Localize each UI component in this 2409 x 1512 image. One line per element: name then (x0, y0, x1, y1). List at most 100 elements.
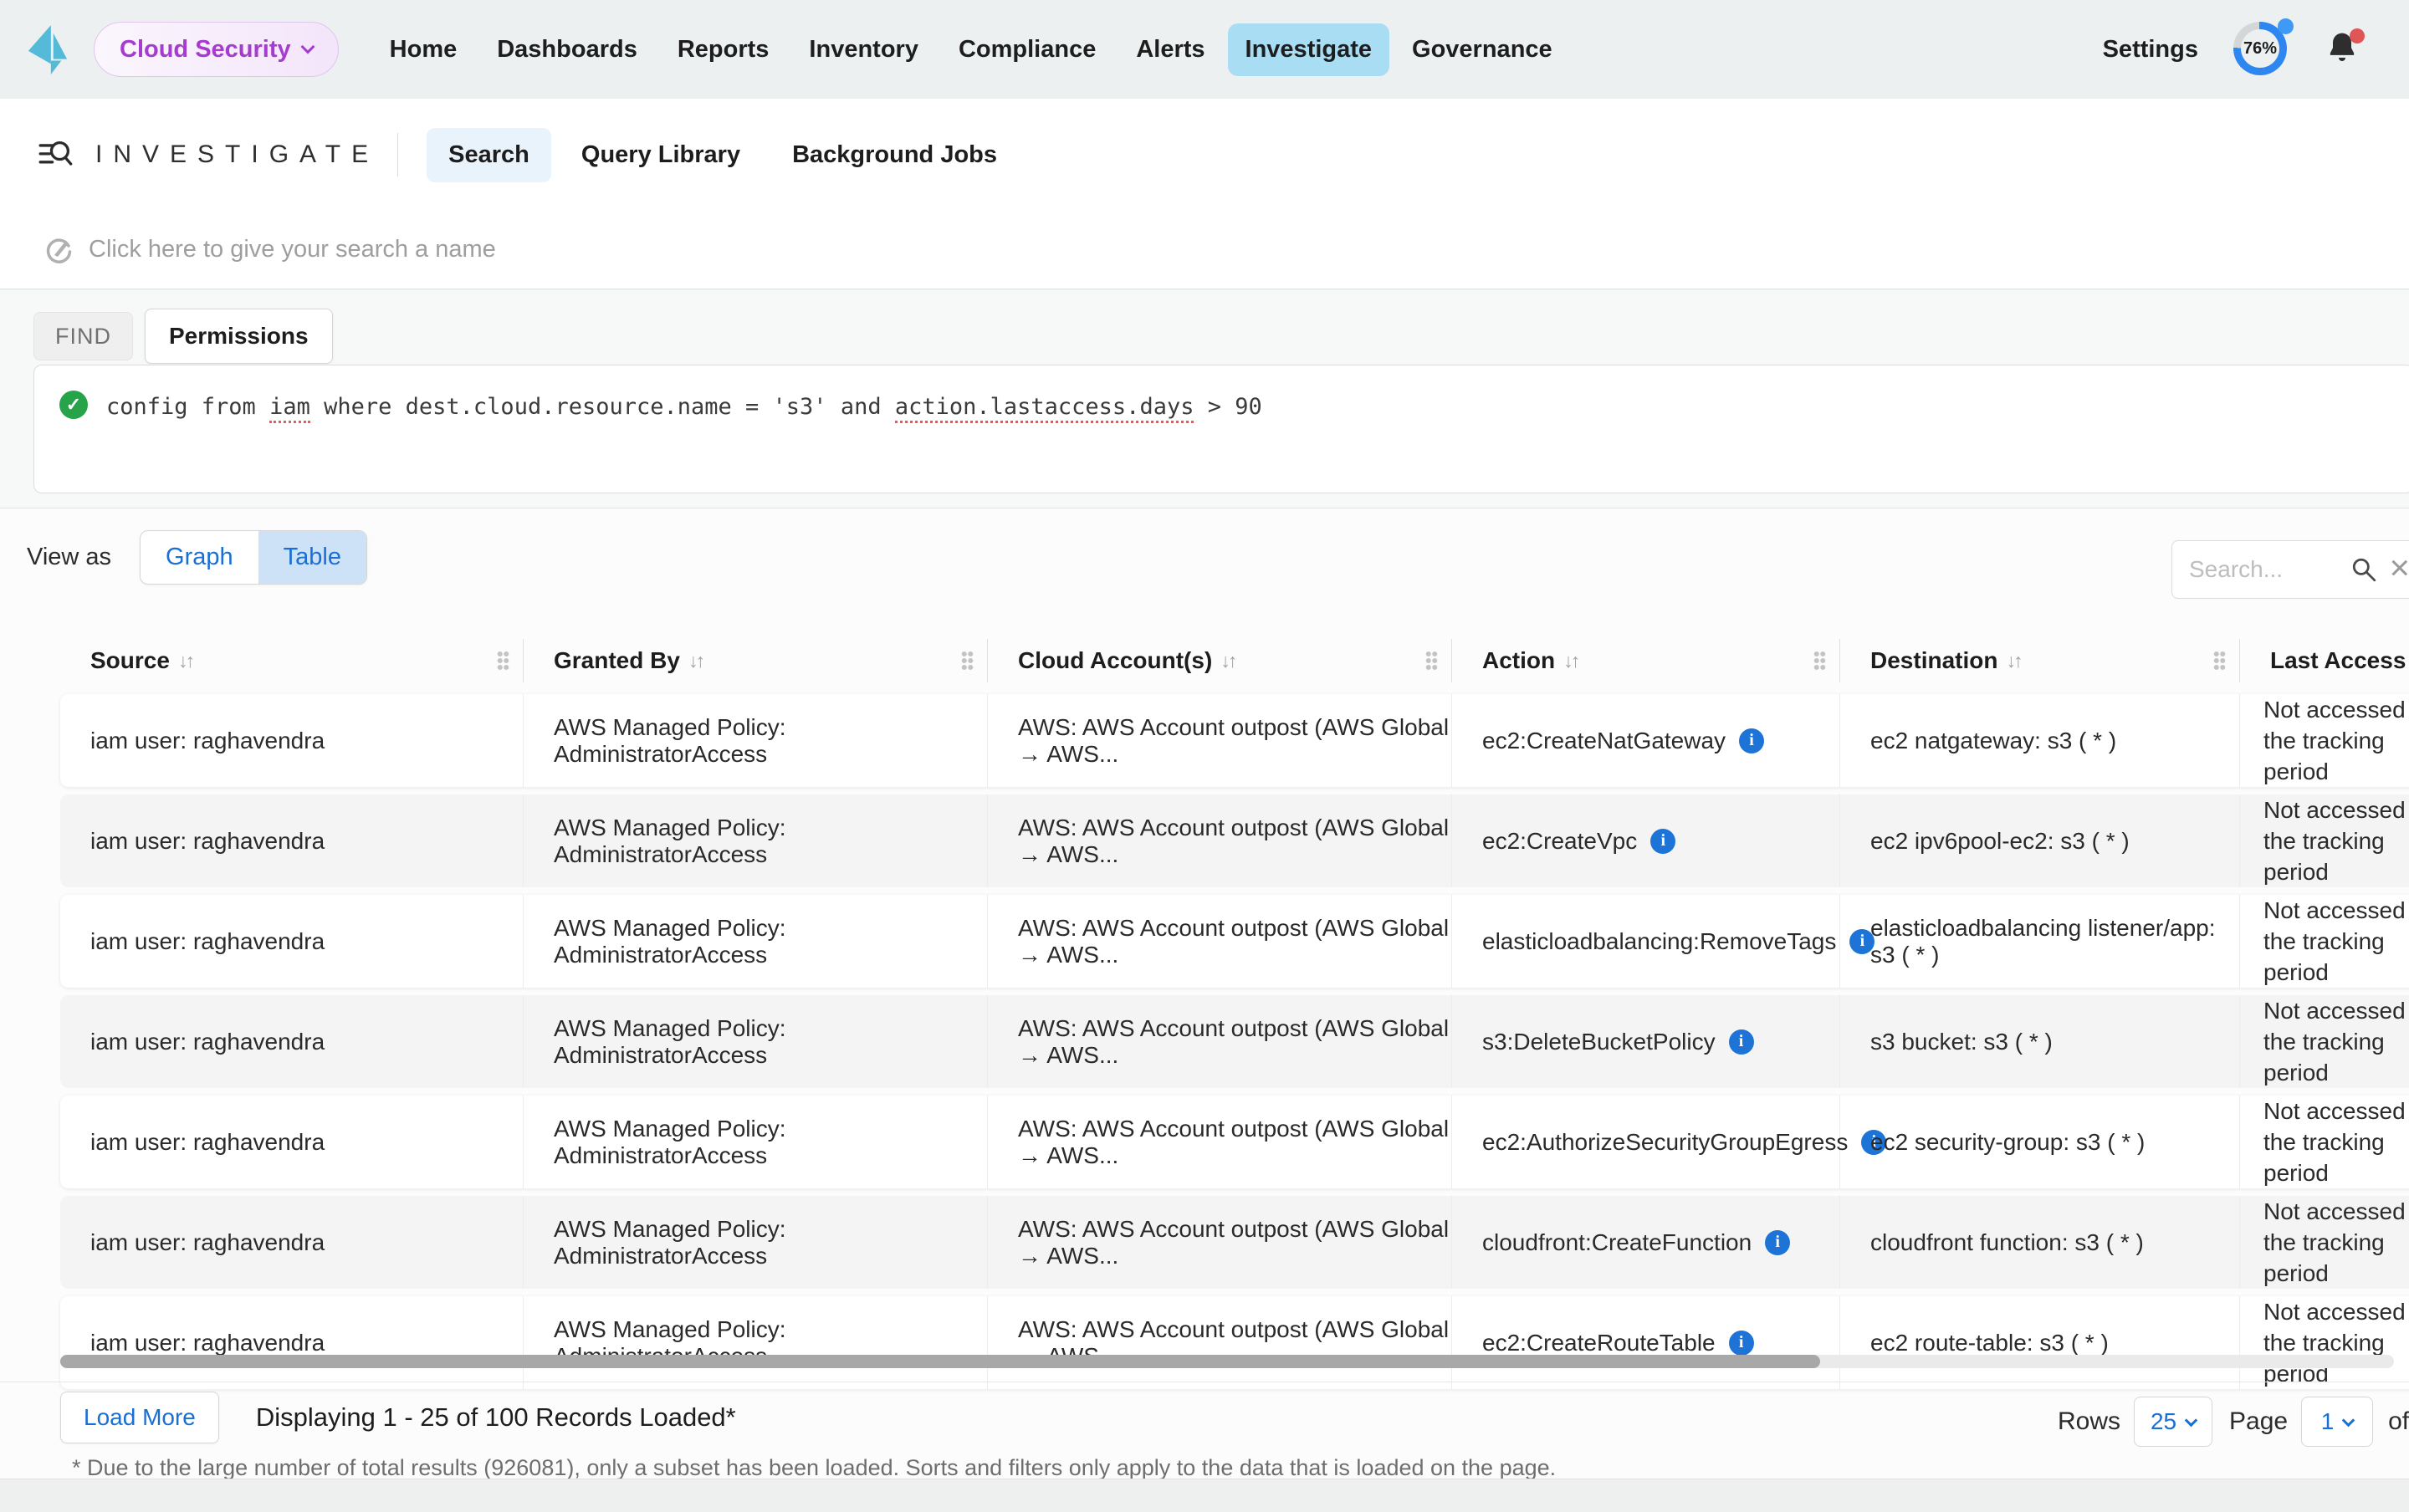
cell-text: iam user: raghavendra (90, 1029, 325, 1055)
column-drag-handle-icon[interactable] (1425, 651, 1438, 671)
topnav-right: Settings 76% (2103, 22, 2362, 77)
info-icon[interactable]: i (1650, 829, 1675, 854)
tab-background-jobs[interactable]: Background Jobs (770, 128, 1019, 182)
cell-text: elasticloadbalancing:RemoveTags (1482, 928, 1836, 955)
info-icon[interactable]: i (1729, 1029, 1754, 1055)
column-header-label: Cloud Account(s) (1018, 647, 1212, 674)
nav-item-dashboards[interactable]: Dashboards (479, 23, 655, 76)
nav-item-compliance[interactable]: Compliance (941, 23, 1113, 76)
nav-item-investigate[interactable]: Investigate (1228, 23, 1390, 76)
sort-icon[interactable]: ↓↑ (2006, 650, 2020, 672)
load-more-button[interactable]: Load More (60, 1392, 219, 1443)
column-header-label: Destination (1870, 647, 1997, 674)
table-row[interactable]: iam user: raghavendra AWS Managed Policy:… (60, 895, 2409, 988)
usage-percent-label: 76% (2241, 29, 2279, 68)
search-name-field[interactable]: Click here to give your search a name (0, 211, 2409, 289)
table-row[interactable]: iam user: raghavendra AWS Managed Policy:… (60, 794, 2409, 887)
table-row[interactable]: iam user: raghavendraAWS Managed Policy:… (60, 1096, 2409, 1188)
page-select[interactable]: 1 (2301, 1397, 2373, 1447)
cell-text: cloudfront function: s3 ( * ) (1870, 1229, 2144, 1256)
cell-text: AWS Managed Policy: AdministratorAccess (554, 815, 987, 868)
query-token-underlined: action.lastaccess.days (895, 394, 1194, 423)
usage-progress-ring[interactable]: 76% (2233, 22, 2289, 77)
cell-text: s3 bucket: s3 ( * ) (1870, 1029, 2053, 1055)
sort-icon[interactable]: ↓↑ (178, 650, 192, 672)
cell-granted-by: AWS Managed Policy: AdministratorAccess (524, 895, 988, 988)
column-header-destination[interactable]: Destination ↓↑ (1840, 639, 2240, 682)
view-toggle-graph[interactable]: Graph (141, 531, 258, 584)
sort-icon[interactable]: ↓↑ (1563, 650, 1578, 672)
column-drag-handle-icon[interactable] (2213, 651, 2226, 671)
investigate-search-list-icon (38, 139, 74, 171)
column-drag-handle-icon[interactable] (497, 651, 509, 671)
rows-per-page-select[interactable]: 25 (2134, 1397, 2212, 1447)
page-title: INVESTIGATE (95, 140, 379, 169)
table-row[interactable]: iam user: raghavendraAWS Managed Policy:… (60, 694, 2409, 787)
notifications-button[interactable] (2324, 30, 2362, 69)
cell-cloud-accounts: AWS: AWS Account outpost (AWS Global → A… (988, 1096, 1452, 1188)
cell-text: AWS Managed Policy: AdministratorAccess (554, 1216, 987, 1269)
info-icon[interactable]: i (1739, 728, 1764, 753)
column-header-source[interactable]: Source↓↑ (60, 639, 524, 682)
nav-item-governance[interactable]: Governance (1394, 23, 1570, 76)
cell-text: AWS Managed Policy: AdministratorAccess (554, 915, 987, 968)
view-toggle-table[interactable]: Table (258, 531, 366, 584)
cell-destination: ec2 natgateway: s3 ( * ) (1840, 694, 2240, 787)
cell-granted-by: AWS Managed Policy: AdministratorAccess (524, 1196, 988, 1289)
info-icon[interactable]: i (1729, 1331, 1754, 1356)
cell-last-access: Not accessed in the tracking period (2240, 794, 2409, 887)
column-drag-handle-icon[interactable] (961, 651, 974, 671)
sort-icon[interactable]: ↓↑ (1220, 650, 1235, 672)
search-icon[interactable] (2350, 556, 2377, 583)
view-toggle: GraphTable (140, 530, 367, 585)
info-icon[interactable]: i (1765, 1230, 1790, 1255)
cell-text: AWS: AWS Account outpost (AWS Global → A… (1018, 815, 1451, 868)
cell-text: Not accessed in the tracking period (2263, 995, 2409, 1088)
horizontal-scrollbar-track[interactable] (60, 1355, 2394, 1368)
prisma-cloud-logo-icon (25, 23, 70, 75)
notification-badge-dot (2350, 28, 2365, 43)
nav-item-alerts[interactable]: Alerts (1118, 23, 1222, 76)
clear-search-icon[interactable]: × (2389, 550, 2409, 585)
column-header-last-access[interactable]: Last Access↓↑ (2240, 639, 2409, 682)
cell-text: ec2:CreateVpc (1482, 828, 1637, 855)
query-type-tab-permissions[interactable]: Permissions (145, 309, 333, 364)
investigate-subheader: INVESTIGATE SearchQuery LibraryBackgroun… (0, 99, 2409, 211)
table-row[interactable]: iam user: raghavendraAWS Managed Policy:… (60, 1196, 2409, 1289)
cell-source: iam user: raghavendra (60, 1096, 524, 1188)
table-row[interactable]: iam user: raghavendraAWS Managed Policy:… (60, 1296, 2409, 1389)
cell-cloud-accounts: AWS: AWS Account outpost (AWS Global → A… (988, 794, 1452, 887)
cell-text: iam user: raghavendra (90, 828, 325, 855)
footer-left: Load More Displaying 1 - 25 of 100 Recor… (60, 1392, 736, 1443)
cell-cloud-accounts: AWS: AWS Account outpost (AWS Global → A… (988, 895, 1452, 988)
product-switcher[interactable]: Cloud Security (94, 22, 339, 77)
cell-destination: ec2 ipv6pool-ec2: s3 ( * ) (1840, 794, 2240, 887)
nav-item-reports[interactable]: Reports (660, 23, 787, 76)
cell-text: iam user: raghavendra (90, 728, 325, 754)
cell-text: iam user: raghavendra (90, 928, 325, 955)
rows-label: Rows (2058, 1407, 2120, 1436)
horizontal-scrollbar-thumb[interactable] (60, 1355, 1820, 1368)
sort-icon[interactable]: ↓↑ (688, 650, 703, 672)
tab-search[interactable]: Search (427, 128, 551, 182)
tab-query-library[interactable]: Query Library (560, 128, 762, 182)
column-header-action[interactable]: Action↓↑ (1452, 639, 1840, 682)
column-drag-handle-icon[interactable] (1813, 651, 1826, 671)
cell-text: ec2:CreateNatGateway (1482, 728, 1726, 754)
rows-per-page-value: 25 (2151, 1408, 2176, 1435)
results-search-input[interactable] (2189, 556, 2339, 583)
cell-cloud-accounts: AWS: AWS Account outpost (AWS Global → A… (988, 1296, 1452, 1389)
nav-item-home[interactable]: Home (372, 23, 475, 76)
column-header-granted-by[interactable]: Granted By↓↑ (524, 639, 988, 682)
results-search-box[interactable]: × (2171, 540, 2409, 599)
cell-destination: cloudfront function: s3 ( * ) (1840, 1196, 2240, 1289)
cell-text: cloudfront:CreateFunction (1482, 1229, 1752, 1256)
table-header-row: Source↓↑Granted By↓↑Cloud Account(s)↓↑Ac… (60, 639, 2409, 682)
cell-granted-by: AWS Managed Policy: AdministratorAccess (524, 1296, 988, 1389)
query-editor[interactable]: ✓ config from iam where dest.cloud.resou… (33, 365, 2409, 493)
table-row[interactable]: iam user: raghavendraAWS Managed Policy:… (60, 995, 2409, 1088)
query-text[interactable]: config from iam where dest.cloud.resourc… (106, 391, 1262, 424)
column-header-cloud-account-s-[interactable]: Cloud Account(s) ↓↑ (988, 639, 1452, 682)
settings-button[interactable]: Settings (2103, 36, 2198, 64)
nav-item-inventory[interactable]: Inventory (791, 23, 936, 76)
